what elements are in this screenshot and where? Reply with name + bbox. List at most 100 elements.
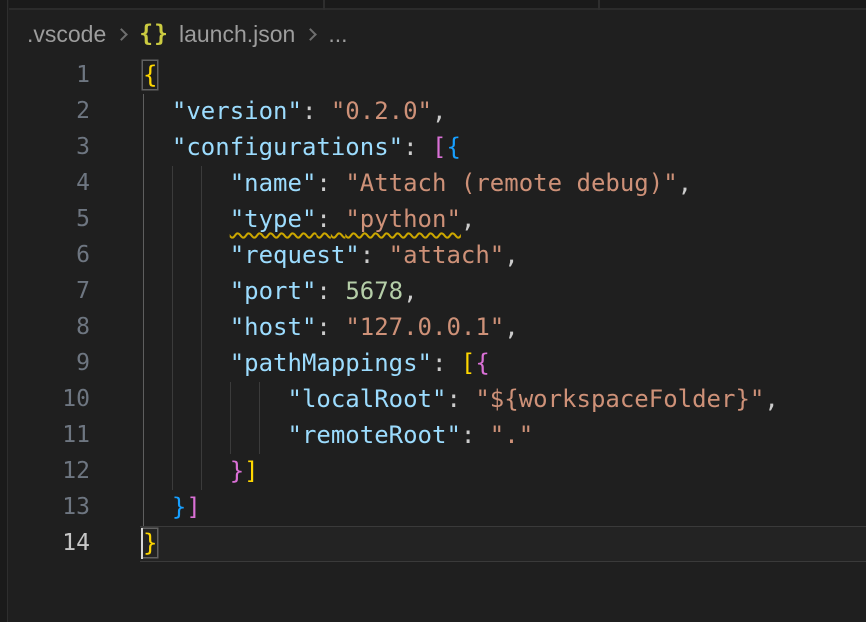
code-line[interactable]: 10 "localRoot": "${workspaceFolder}",: [9, 381, 866, 417]
token-str: "${workspaceFolder}": [475, 385, 764, 413]
code-line[interactable]: 2 "version": "0.2.0",: [9, 93, 866, 129]
token-pun: :: [316, 277, 330, 305]
code-line[interactable]: 11 "remoteRoot": ".": [9, 417, 866, 453]
token-pun: :: [461, 421, 475, 449]
breadcrumb-item-file[interactable]: launch.json: [179, 21, 295, 48]
code-line-content[interactable]: }: [90, 525, 866, 561]
bracket-match: }: [143, 529, 157, 557]
token-b3: {: [446, 133, 460, 161]
token-pun: ,: [504, 241, 518, 269]
token-whitespace: [143, 277, 230, 305]
code-line-content[interactable]: "request": "attach",: [90, 237, 866, 273]
code-line-content[interactable]: "configurations": [{: [90, 129, 866, 165]
token-whitespace: [143, 385, 288, 413]
token-whitespace: [143, 169, 230, 197]
vscode-editor-window: .vscode {} launch.json ... 1{2 "version"…: [0, 0, 866, 622]
token-pun: :: [316, 313, 330, 341]
token-str: "Attach (remote debug)": [345, 169, 677, 197]
code-line[interactable]: 12 }]: [9, 453, 866, 489]
token-str: "0.2.0": [331, 97, 432, 125]
tab-strip[interactable]: [9, 0, 866, 10]
indent-guide: [201, 166, 202, 490]
token-key: "name": [230, 169, 317, 197]
code-line-content[interactable]: }]: [90, 453, 866, 489]
line-number[interactable]: 14: [9, 525, 90, 561]
token-b1: ]: [244, 457, 258, 485]
token-key: "remoteRoot": [288, 421, 461, 449]
bracket-match: {: [143, 61, 157, 89]
code-line-content[interactable]: "name": "Attach (remote debug)",: [90, 165, 866, 201]
token-pun: ,: [461, 205, 475, 233]
token-whitespace: [143, 133, 172, 161]
code-line-content[interactable]: "pathMappings": [{: [90, 345, 866, 381]
editor-group-left-border: [0, 0, 8, 622]
line-number[interactable]: 9: [9, 345, 90, 381]
line-number[interactable]: 1: [9, 57, 90, 93]
line-number[interactable]: 6: [9, 237, 90, 273]
line-number[interactable]: 7: [9, 273, 90, 309]
line-number[interactable]: 10: [9, 381, 90, 417]
code-line-content[interactable]: {: [90, 57, 866, 93]
token-str: "attach": [389, 241, 505, 269]
code-line-content[interactable]: "type": "python",: [90, 201, 866, 237]
tab-separator: [598, 0, 600, 10]
token-whitespace: [461, 385, 475, 413]
token-whitespace: [143, 457, 230, 485]
token-pun: :: [302, 97, 316, 125]
code-line[interactable]: 6 "request": "attach",: [9, 237, 866, 273]
line-number[interactable]: 5: [9, 201, 90, 237]
token-key: "request": [230, 241, 360, 269]
line-number[interactable]: 3: [9, 129, 90, 165]
token-whitespace: [331, 313, 345, 341]
code-line[interactable]: 4 "name": "Attach (remote debug)",: [9, 165, 866, 201]
breadcrumb-ellipsis[interactable]: ...: [328, 21, 347, 48]
code-line[interactable]: 7 "port": 5678,: [9, 273, 866, 309]
token-whitespace: [475, 421, 489, 449]
code-line-content[interactable]: "version": "0.2.0",: [90, 93, 866, 129]
token-whitespace: [143, 97, 172, 125]
token-whitespace: [418, 133, 432, 161]
text-cursor: [141, 528, 144, 559]
line-number[interactable]: 12: [9, 453, 90, 489]
code-line[interactable]: 3 "configurations": [{: [9, 129, 866, 165]
line-number[interactable]: 8: [9, 309, 90, 345]
breadcrumb-item-folder[interactable]: .vscode: [27, 21, 106, 48]
line-number[interactable]: 13: [9, 489, 90, 525]
code-line[interactable]: 14}: [9, 525, 866, 561]
token-pun: ,: [403, 277, 417, 305]
token-pun: :: [316, 169, 330, 197]
code-line-content[interactable]: "localRoot": "${workspaceFolder}",: [90, 381, 866, 417]
code-line[interactable]: 1{: [9, 57, 866, 93]
line-number[interactable]: 2: [9, 93, 90, 129]
tab-separator: [323, 0, 325, 10]
token-key: "type": [230, 205, 317, 233]
token-whitespace: [143, 205, 230, 233]
code-line-content[interactable]: "remoteRoot": ".": [90, 417, 866, 453]
token-whitespace: [331, 169, 345, 197]
token-b2: ]: [186, 493, 200, 521]
token-whitespace: [143, 313, 230, 341]
token-str: "python": [345, 205, 461, 233]
code-line-content[interactable]: "port": 5678,: [90, 273, 866, 309]
code-line[interactable]: 13 }]: [9, 489, 866, 525]
editor[interactable]: 1{2 "version": "0.2.0",3 "configurations…: [9, 57, 866, 622]
token-num: 5678: [345, 277, 403, 305]
indent-guide: [172, 166, 173, 490]
token-whitespace: [143, 421, 288, 449]
line-number[interactable]: 4: [9, 165, 90, 201]
token-whitespace: [143, 241, 230, 269]
code-line[interactable]: 8 "host": "127.0.0.1",: [9, 309, 866, 345]
token-whitespace: [446, 349, 460, 377]
token-key: "configurations": [172, 133, 403, 161]
json-braces-icon: {}: [139, 21, 169, 47]
token-b3: }: [172, 493, 186, 521]
token-pun: ,: [504, 313, 518, 341]
token-pun: ,: [432, 97, 446, 125]
token-b2: [: [432, 133, 446, 161]
code-line-content[interactable]: "host": "127.0.0.1",: [90, 309, 866, 345]
line-number[interactable]: 11: [9, 417, 90, 453]
breadcrumb: .vscode {} launch.json ...: [9, 12, 866, 56]
code-line-content[interactable]: }]: [90, 489, 866, 525]
code-line[interactable]: 9 "pathMappings": [{: [9, 345, 866, 381]
code-line[interactable]: 5 "type": "python",: [9, 201, 866, 237]
